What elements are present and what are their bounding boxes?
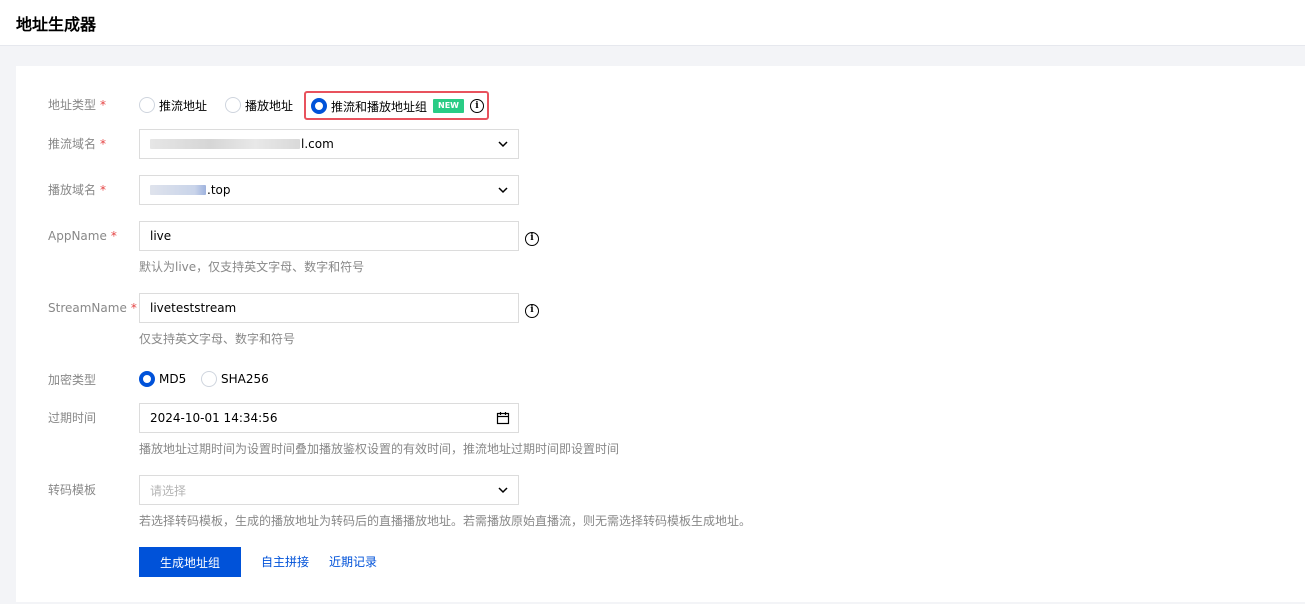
calendar-icon[interactable] — [496, 411, 510, 425]
stream-name-label: StreamName * — [48, 301, 137, 315]
app-name-hint: 默认为live，仅支持英文字母、数字和符号 — [139, 260, 365, 274]
redacted-domain — [150, 139, 300, 149]
app-name-label: AppName * — [48, 229, 117, 243]
expire-time-hint: 播放地址过期时间为设置时间叠加播放鉴权设置的有效时间，推流地址过期时间即设置时间 — [139, 442, 620, 456]
redacted-domain — [150, 185, 206, 195]
info-icon[interactable]: i — [470, 99, 484, 113]
radio-play-address[interactable]: 播放地址 — [225, 95, 293, 115]
radio-push-play-group[interactable]: 推流和播放地址组 NEW i — [311, 96, 484, 116]
encrypt-type-label: 加密类型 — [48, 373, 97, 387]
page-title: 地址生成器 — [16, 15, 97, 34]
page-header: 地址生成器 — [0, 0, 1305, 46]
info-icon[interactable]: i — [525, 231, 539, 246]
stream-name-hint: 仅支持英文字母、数字和符号 — [139, 332, 296, 346]
info-icon[interactable]: i — [525, 303, 539, 318]
stream-name-info[interactable]: i — [525, 301, 539, 318]
expire-time-picker[interactable]: 2024-10-01 14:34:56 — [139, 403, 519, 433]
expire-time-label: 过期时间 — [48, 411, 97, 425]
push-domain-label: 推流域名 * — [48, 137, 107, 151]
chevron-down-icon — [498, 487, 508, 494]
radio-circle-push[interactable] — [139, 97, 155, 113]
radio-circle-play[interactable] — [225, 97, 241, 113]
radio-push-address[interactable]: 推流地址 — [139, 95, 207, 115]
transcode-template-select[interactable]: 请选择 — [139, 475, 519, 505]
radio-circle-group-checked[interactable] — [311, 98, 327, 114]
push-domain-select[interactable]: l.com — [139, 129, 519, 159]
radio-circle-md5-checked[interactable] — [139, 371, 155, 387]
stream-name-input[interactable]: liveteststream — [139, 293, 519, 323]
radio-circle-sha256[interactable] — [201, 371, 217, 387]
play-domain-select[interactable]: .top — [139, 175, 519, 205]
new-badge: NEW — [433, 99, 464, 113]
address-type-label: 地址类型 * — [48, 98, 107, 112]
radio-md5[interactable]: MD5 — [139, 369, 186, 389]
play-domain-label: 播放域名 * — [48, 183, 107, 197]
custom-assemble-link[interactable]: 自主拼接 — [261, 553, 309, 571]
app-name-input[interactable]: live — [139, 221, 519, 251]
transcode-template-label: 转码模板 — [48, 483, 97, 497]
transcode-template-hint: 若选择转码模板，生成的播放地址为转码后的直播播放地址。若需播放原始直播流，则无需… — [139, 514, 752, 528]
radio-sha256[interactable]: SHA256 — [201, 369, 269, 389]
app-name-info[interactable]: i — [525, 229, 539, 246]
chevron-down-icon — [498, 141, 508, 148]
recent-records-link[interactable]: 近期记录 — [329, 553, 377, 571]
generate-address-group-button[interactable]: 生成地址组 — [139, 547, 241, 577]
chevron-down-icon — [498, 187, 508, 194]
